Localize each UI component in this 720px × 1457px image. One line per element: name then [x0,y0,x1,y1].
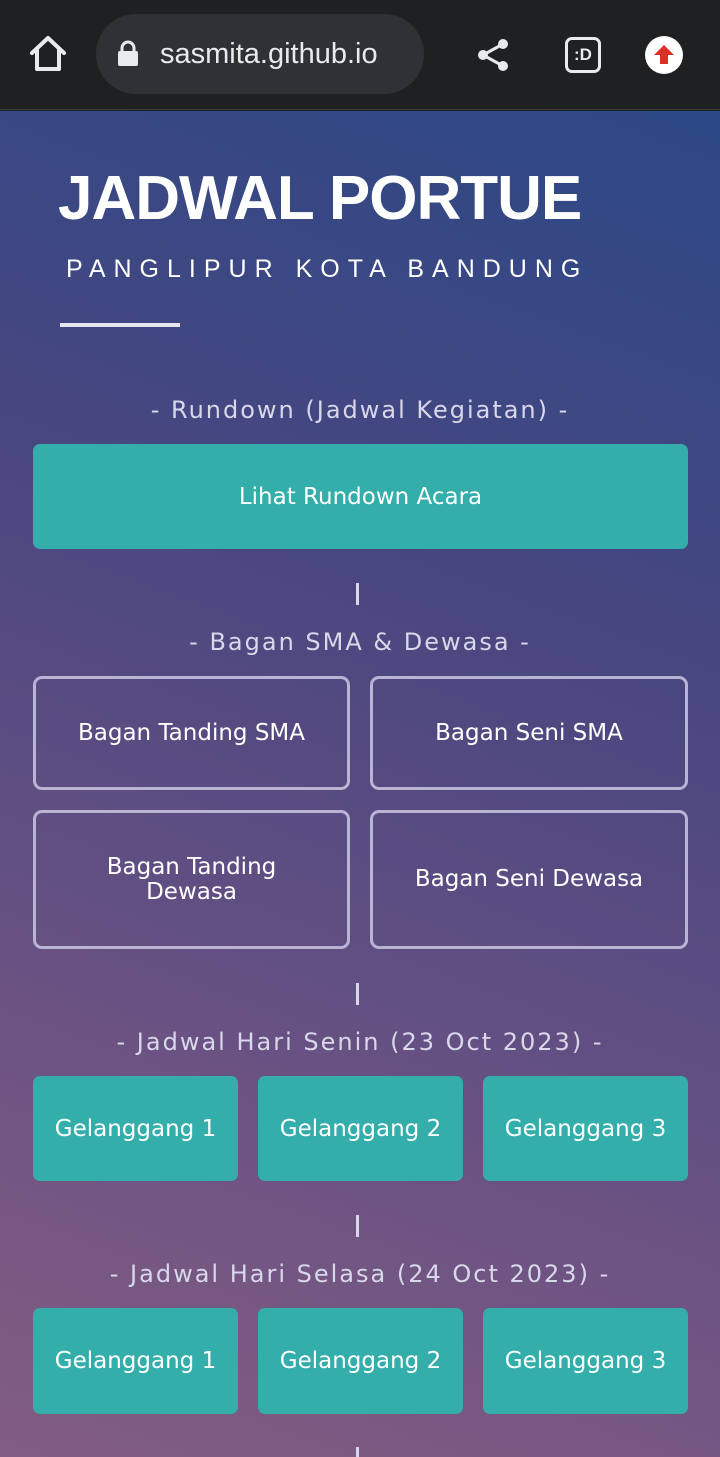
senin-gelanggang-3-button[interactable]: Gelanggang 3 [483,1076,688,1181]
senin-gelanggang-2-button[interactable]: Gelanggang 2 [258,1076,463,1181]
bagan-section-label: - Bagan SMA & Dewasa - [189,628,531,656]
page-content: JADWAL PORTUE PANGLIPUR KOTA BANDUNG - R… [0,111,720,1457]
selasa-gelanggang-3-button[interactable]: Gelanggang 3 [483,1308,688,1414]
selasa-gelanggang-2-button[interactable]: Gelanggang 2 [258,1308,463,1414]
lock-icon [118,40,138,66]
home-button[interactable] [22,30,74,78]
tab-switcher-button[interactable]: :D [558,30,608,80]
update-icon [645,36,683,74]
share-icon [478,39,508,71]
url-text: sasmita.github.io [160,38,378,70]
browser-toolbar: sasmita.github.io :D [0,0,720,110]
selasa-gelanggang-1-button[interactable]: Gelanggang 1 [33,1308,238,1414]
bagan-tanding-sma-button[interactable]: Bagan Tanding SMA [33,676,350,790]
section-connector [356,983,359,1005]
senin-gelanggang-1-button[interactable]: Gelanggang 1 [33,1076,238,1181]
page-title: JADWAL PORTUE [58,164,582,233]
title-divider [60,323,180,327]
selasa-section-label: - Jadwal Hari Selasa (24 Oct 2023) - [109,1260,611,1288]
senin-section-label: - Jadwal Hari Senin (23 Oct 2023) - [116,1028,604,1056]
section-connector [356,583,359,605]
update-button[interactable] [639,30,689,80]
bagan-tanding-dewasa-button[interactable]: Bagan Tanding Dewasa [33,810,350,949]
share-button[interactable] [468,30,518,80]
page-subtitle: PANGLIPUR KOTA BANDUNG [66,255,589,283]
address-bar[interactable]: sasmita.github.io [96,14,424,94]
tab-switcher-icon: :D [565,37,601,73]
home-icon [30,36,66,71]
rundown-button[interactable]: Lihat Rundown Acara [33,444,688,549]
bagan-seni-dewasa-button[interactable]: Bagan Seni Dewasa [370,810,688,949]
section-connector [356,1447,359,1457]
rundown-section-label: - Rundown (Jadwal Kegiatan) - [150,396,570,424]
bagan-seni-sma-button[interactable]: Bagan Seni SMA [370,676,688,790]
section-connector [356,1215,359,1237]
